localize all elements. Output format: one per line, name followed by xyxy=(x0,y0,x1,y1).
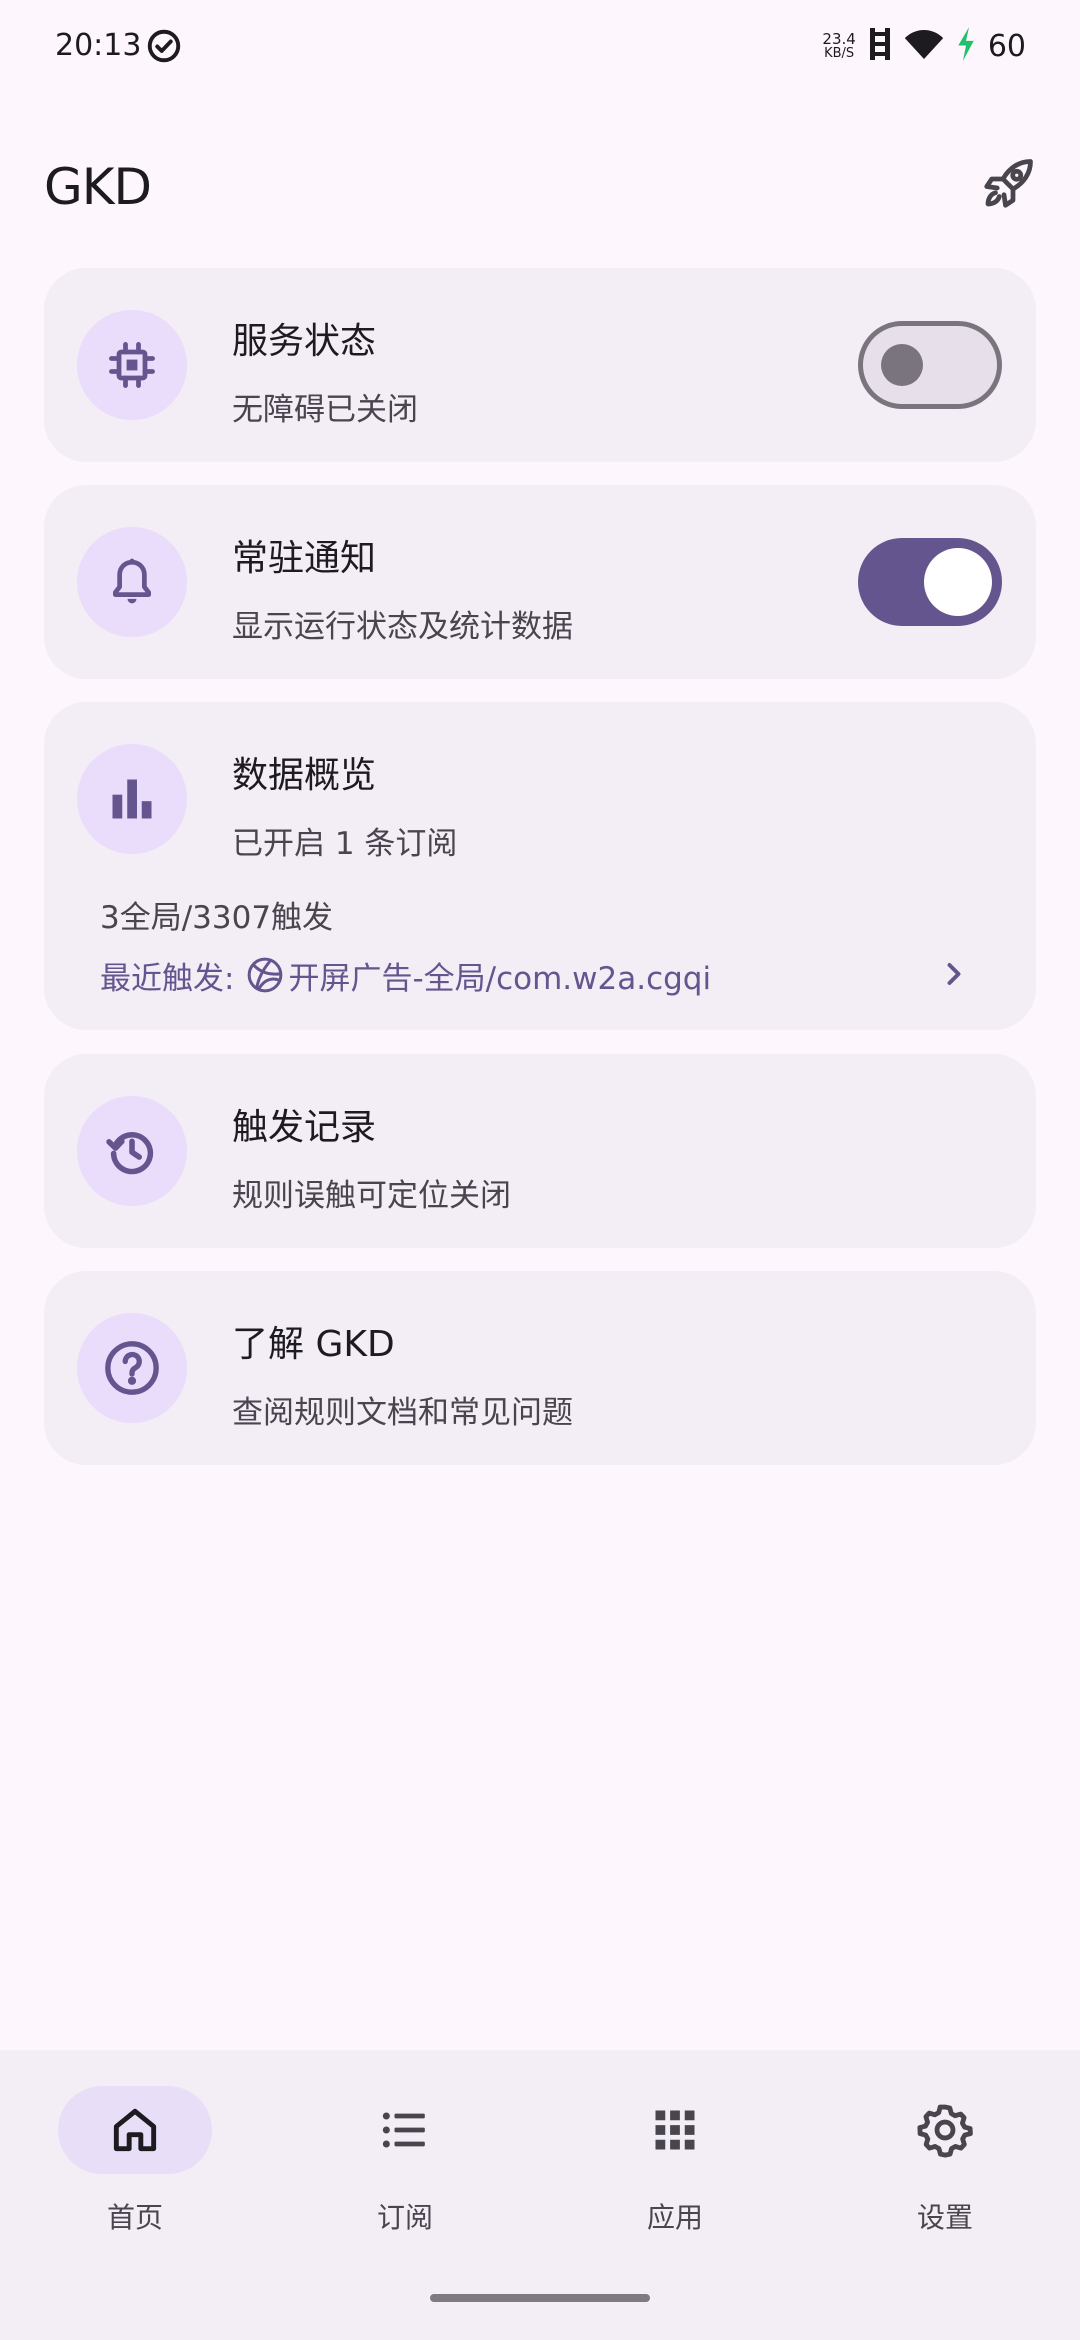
status-icons: 23.4 KB/S 60 xyxy=(822,24,1026,68)
overview-stats: 3全局/3307触发 xyxy=(100,900,334,936)
trigger-records-card[interactable]: 触发记录 规则误触可定位关闭 xyxy=(44,1054,1036,1248)
nav-item-apps[interactable]: 应用 xyxy=(540,2086,810,2286)
app-globe-icon xyxy=(246,956,284,994)
net-speed-unit: KB/S xyxy=(824,46,855,61)
status-time: 20:13 xyxy=(55,28,142,63)
toggle-knob xyxy=(924,548,992,616)
nav-item-settings[interactable]: 设置 xyxy=(810,2086,1080,2286)
notification-toggle[interactable] xyxy=(858,538,1002,626)
card-title: 服务状态 xyxy=(232,321,377,362)
history-icon xyxy=(77,1096,187,1206)
toggle-knob xyxy=(881,344,923,386)
card-subtitle: 已开启 1 条订阅 xyxy=(232,826,458,862)
charging-bolt-icon xyxy=(956,27,976,65)
card-subtitle: 规则误触可定位关闭 xyxy=(232,1178,511,1214)
data-signal-icon xyxy=(868,26,892,66)
recent-trigger-value: 开屏广告-全局/com.w2a.cgqi xyxy=(288,960,712,997)
card-title: 了解 GKD xyxy=(232,1324,395,1365)
service-status-card[interactable]: 服务状态 无障碍已关闭 xyxy=(44,268,1036,462)
recent-trigger-row[interactable]: 最近触发: 开屏广告-全局/com.w2a.cgqi xyxy=(100,950,1002,1000)
status-bar: 20:13 23.4 KB/S 60 xyxy=(0,0,1080,96)
app-header: GKD xyxy=(0,140,1080,240)
bell-icon xyxy=(77,527,187,637)
nav-label: 首页 xyxy=(106,2201,163,2234)
recent-trigger-prefix: 最近触发: xyxy=(100,960,235,997)
bottom-navigation: 首页 订阅 应用 设置 xyxy=(0,2050,1080,2340)
about-gkd-card[interactable]: 了解 GKD 查阅规则文档和常见问题 xyxy=(44,1271,1036,1465)
chip-icon xyxy=(77,310,187,420)
service-toggle[interactable] xyxy=(858,321,1002,409)
home-icon xyxy=(58,2086,212,2174)
chevron-right-icon xyxy=(936,956,972,1000)
data-overview-card[interactable]: 数据概览 已开启 1 条订阅 3全局/3307触发 最近触发: 开屏广告-全局/… xyxy=(44,702,1036,1030)
card-title: 常驻通知 xyxy=(232,538,377,579)
card-subtitle: 无障碍已关闭 xyxy=(232,392,418,428)
help-circle-icon xyxy=(77,1313,187,1423)
nav-item-subscriptions[interactable]: 订阅 xyxy=(270,2086,540,2286)
check-circle-icon xyxy=(146,28,182,64)
card-subtitle: 查阅规则文档和常见问题 xyxy=(232,1395,573,1431)
settings-gear-icon xyxy=(868,2086,1022,2174)
wifi-icon xyxy=(904,27,944,65)
nav-label: 应用 xyxy=(646,2201,703,2234)
notification-card[interactable]: 常驻通知 显示运行状态及统计数据 xyxy=(44,485,1036,679)
net-speed-value: 23.4 xyxy=(822,30,856,48)
app-title: GKD xyxy=(44,158,152,216)
nav-label: 订阅 xyxy=(376,2201,433,2234)
card-title: 数据概览 xyxy=(232,755,377,796)
card-title: 触发记录 xyxy=(232,1107,377,1148)
bar-chart-icon xyxy=(77,744,187,854)
nav-item-home[interactable]: 首页 xyxy=(0,2086,270,2286)
card-subtitle: 显示运行状态及统计数据 xyxy=(232,609,573,645)
gesture-home-indicator[interactable] xyxy=(430,2294,650,2302)
net-speed: 23.4 KB/S xyxy=(822,30,856,61)
nav-label: 设置 xyxy=(916,2201,973,2234)
list-icon xyxy=(328,2086,482,2174)
rocket-icon xyxy=(978,154,1038,218)
apps-grid-icon xyxy=(598,2086,752,2174)
battery-level: 60 xyxy=(987,28,1026,64)
rocket-button[interactable] xyxy=(970,148,1046,224)
